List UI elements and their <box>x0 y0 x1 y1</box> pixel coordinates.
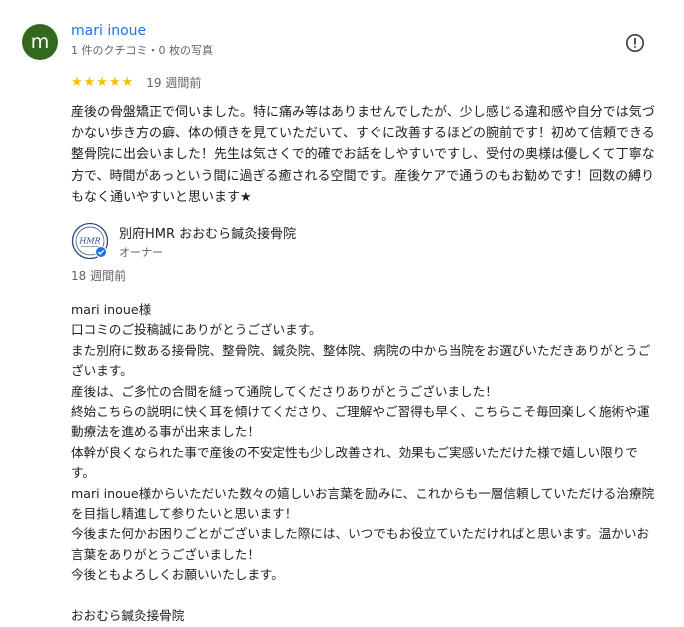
owner-role-label: オーナー <box>119 246 163 259</box>
verified-check-icon <box>95 246 107 258</box>
rating-row: ★★★★★ 19 週間前 <box>71 74 201 91</box>
response-timestamp: 18 週間前 <box>71 269 127 283</box>
owner-name: 別府HMR おおむら鍼灸接骨院 <box>119 227 297 242</box>
hmr-logo-icon: HMR <box>71 222 109 260</box>
owner-response-text: mari inoue様 口コミのご投稿誠にありがとうございます。 また別府に数あ… <box>71 302 655 624</box>
review-timestamp: 19 週間前 <box>146 76 202 90</box>
report-flag-icon[interactable] <box>625 33 645 53</box>
hmr-logo-text: HMR <box>78 237 100 246</box>
reviewer-avatar[interactable]: m <box>22 24 58 60</box>
reviewer-stats: 1 件のクチコミ・0 枚の写真 <box>71 44 213 57</box>
reviewer-name-link[interactable]: mari inoue <box>71 23 146 39</box>
star-rating-icon: ★★★★★ <box>71 75 135 90</box>
review-text: 産後の骨盤矯正で伺いました。特に痛み等はありませんでしたが、少し感じる違和感や自… <box>71 105 655 205</box>
